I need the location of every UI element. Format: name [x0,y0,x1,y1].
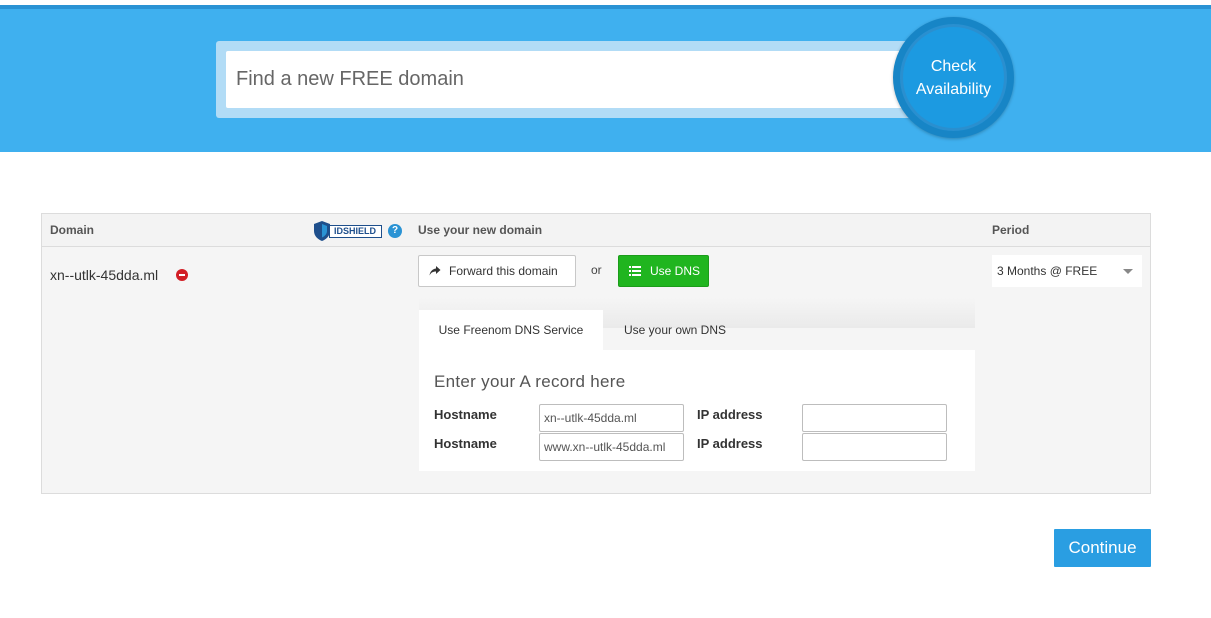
continue-button[interactable]: Continue [1054,529,1151,567]
hostname-field-1[interactable] [539,404,684,432]
ip-field-2[interactable] [802,433,947,461]
record-title: Enter your A record here [434,372,626,391]
forward-domain-button[interactable]: Forward this domain [418,255,576,287]
share-arrow-icon [429,266,441,276]
tab-own-dns-label: Use your own DNS [623,323,727,337]
continue-label: Continue [1068,538,1137,557]
header-period: Period [992,223,1030,237]
domain-search-input[interactable] [226,51,916,108]
question-circle-icon[interactable]: ? [388,224,402,238]
table-header: Domain IDSHIELD ? Use your new domain Pe… [42,214,1150,247]
dns-record-panel: Enter your A record here Hostname IP add… [419,350,975,471]
caret-down-icon [1123,269,1133,274]
use-dns-button[interactable]: Use DNS [618,255,709,287]
hostname-label-1: Hostname [434,407,497,422]
remove-icon[interactable] [176,269,188,281]
idshield-label: IDSHIELD [329,225,382,238]
idshield-badge[interactable]: IDSHIELD [313,220,383,242]
use-dns-label: Use DNS [650,264,701,278]
hostname-label-2: Hostname [434,436,497,451]
domain-name: xn--utlk-45dda.ml [50,267,159,283]
domain-table: Domain IDSHIELD ? Use your new domain Pe… [41,213,1151,494]
header-domain: Domain [50,223,95,237]
check-label-line2: Availability [915,80,992,98]
header-use-domain: Use your new domain [418,223,543,237]
period-select[interactable]: 3 Months @ FREE [992,255,1142,287]
hostname-field-2[interactable] [539,433,684,461]
check-label-line1: Check [930,57,977,75]
ip-field-1[interactable] [802,404,947,432]
check-availability-button[interactable]: Check Availability [893,17,1014,138]
period-value: 3 Months @ FREE [997,264,1098,278]
ip-label-2: IP address [697,436,763,451]
ip-label-1: IP address [697,407,763,422]
forward-domain-label: Forward this domain [449,264,558,278]
or-separator: or [591,263,602,277]
tab-freenom-dns-label: Use Freenom DNS Service [438,323,584,337]
list-icon [629,266,641,276]
tab-own-dns[interactable]: Use your own DNS [605,310,745,350]
tab-freenom-dns[interactable]: Use Freenom DNS Service [419,310,603,350]
check-availability-label: Check Availability [916,55,991,101]
